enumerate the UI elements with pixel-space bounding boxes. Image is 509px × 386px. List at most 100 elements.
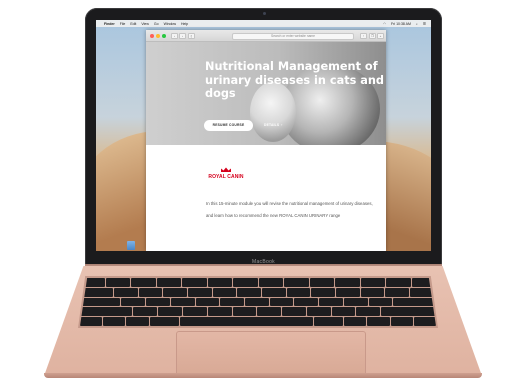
- keyboard-row: [80, 307, 436, 317]
- key[interactable]: [138, 287, 163, 297]
- key[interactable]: [336, 287, 360, 297]
- key[interactable]: [360, 287, 385, 297]
- key[interactable]: [258, 278, 283, 287]
- royal-canin-logo: ROYAL CANIN: [206, 167, 246, 180]
- key[interactable]: [80, 297, 121, 307]
- key[interactable]: [182, 307, 207, 317]
- key[interactable]: [156, 278, 181, 287]
- key[interactable]: [335, 278, 360, 287]
- key[interactable]: [114, 287, 138, 297]
- wifi-icon[interactable]: ◠: [383, 22, 386, 26]
- new-tab-icon[interactable]: +: [377, 33, 384, 39]
- key[interactable]: [286, 287, 311, 297]
- key[interactable]: [146, 297, 170, 307]
- share-icon[interactable]: ↑: [360, 33, 367, 39]
- key[interactable]: [220, 297, 244, 307]
- key[interactable]: [344, 317, 367, 326]
- key[interactable]: [244, 297, 269, 307]
- key[interactable]: [367, 317, 390, 326]
- keyboard-row: [80, 297, 436, 307]
- key[interactable]: [182, 278, 207, 287]
- key[interactable]: [195, 297, 220, 307]
- key[interactable]: [188, 287, 212, 297]
- notification-center-icon[interactable]: ☰: [423, 22, 426, 26]
- key[interactable]: [126, 317, 149, 326]
- key[interactable]: [368, 297, 393, 307]
- key[interactable]: [170, 297, 195, 307]
- address-bar[interactable]: Search or enter website name: [232, 32, 354, 40]
- minimize-window-button[interactable]: [156, 34, 160, 38]
- crown-icon: [221, 167, 231, 172]
- keyboard-row: [80, 278, 436, 287]
- key[interactable]: [105, 278, 130, 287]
- key[interactable]: [360, 278, 385, 287]
- key[interactable]: [262, 287, 286, 297]
- menu-item-view[interactable]: View: [141, 22, 149, 26]
- key[interactable]: [306, 307, 331, 317]
- key[interactable]: [294, 297, 319, 307]
- details-label: DETAILS: [264, 123, 280, 127]
- key[interactable]: [356, 307, 381, 317]
- key[interactable]: [207, 278, 232, 287]
- key[interactable]: [232, 307, 257, 317]
- key[interactable]: [212, 287, 237, 297]
- laptop-base-edge: [44, 373, 482, 378]
- key[interactable]: [393, 297, 436, 307]
- key[interactable]: [207, 307, 232, 317]
- key[interactable]: [390, 317, 413, 326]
- course-content: ROYAL CANIN In this 15-minute module you…: [146, 145, 386, 251]
- desktop-file-icon[interactable]: [127, 241, 135, 250]
- key[interactable]: [131, 278, 156, 287]
- key[interactable]: [386, 278, 411, 287]
- details-link[interactable]: DETAILS ›: [264, 123, 283, 127]
- key[interactable]: [237, 287, 262, 297]
- key[interactable]: [163, 287, 188, 297]
- key[interactable]: [103, 317, 126, 326]
- key[interactable]: [343, 297, 368, 307]
- menu-item-window[interactable]: Window: [164, 22, 176, 26]
- fullscreen-window-button[interactable]: [162, 34, 166, 38]
- key[interactable]: [319, 297, 343, 307]
- key[interactable]: [233, 278, 258, 287]
- key[interactable]: [331, 307, 356, 317]
- forward-button[interactable]: ›: [179, 33, 186, 39]
- key[interactable]: [121, 297, 146, 307]
- trackpad[interactable]: [176, 331, 366, 376]
- key[interactable]: [133, 307, 158, 317]
- back-button[interactable]: ‹: [171, 33, 178, 39]
- laptop-lid: Finder File Edit View Go Window Help ◠ F…: [85, 8, 442, 266]
- laptop-screen: Finder File Edit View Go Window Help ◠ F…: [96, 20, 431, 251]
- key[interactable]: [80, 307, 133, 317]
- camera-icon: [263, 12, 266, 15]
- space-bar-key[interactable]: [179, 317, 314, 326]
- key[interactable]: [149, 317, 179, 326]
- resume-course-button[interactable]: RESUME COURSE: [204, 120, 253, 131]
- menu-item-edit[interactable]: Edit: [130, 22, 136, 26]
- menu-item-file[interactable]: File: [120, 22, 126, 26]
- key[interactable]: [413, 317, 436, 326]
- key[interactable]: [311, 287, 335, 297]
- key[interactable]: [284, 278, 309, 287]
- key[interactable]: [282, 307, 306, 317]
- key[interactable]: [381, 307, 436, 317]
- course-description: In this 15-minute module you will revise…: [206, 201, 373, 218]
- close-window-button[interactable]: [150, 34, 154, 38]
- key[interactable]: [314, 317, 344, 326]
- key[interactable]: [257, 307, 282, 317]
- key[interactable]: [158, 307, 182, 317]
- spotlight-icon[interactable]: ⌕: [416, 22, 418, 26]
- menu-item-finder[interactable]: Finder: [104, 22, 115, 26]
- key[interactable]: [309, 278, 334, 287]
- browser-window: ‹ › ▯ Search or enter website name ↑ ❐ +…: [146, 30, 386, 251]
- sidebar-toggle-icon[interactable]: ▯: [188, 33, 195, 39]
- key[interactable]: [385, 287, 409, 297]
- hero-banner: Nutritional Management of urinary diseas…: [146, 42, 386, 145]
- menu-item-go[interactable]: Go: [154, 22, 159, 26]
- menu-item-help[interactable]: Help: [181, 22, 188, 26]
- browser-toolbar: ‹ › ▯ Search or enter website name ↑ ❐ +: [146, 30, 386, 42]
- tabs-overview-icon[interactable]: ❐: [369, 33, 376, 39]
- key[interactable]: [80, 317, 103, 326]
- menubar-clock[interactable]: Fri 10:38 AM: [391, 22, 411, 26]
- key[interactable]: [269, 297, 294, 307]
- menu-bar: Finder File Edit View Go Window Help ◠ F…: [96, 20, 431, 27]
